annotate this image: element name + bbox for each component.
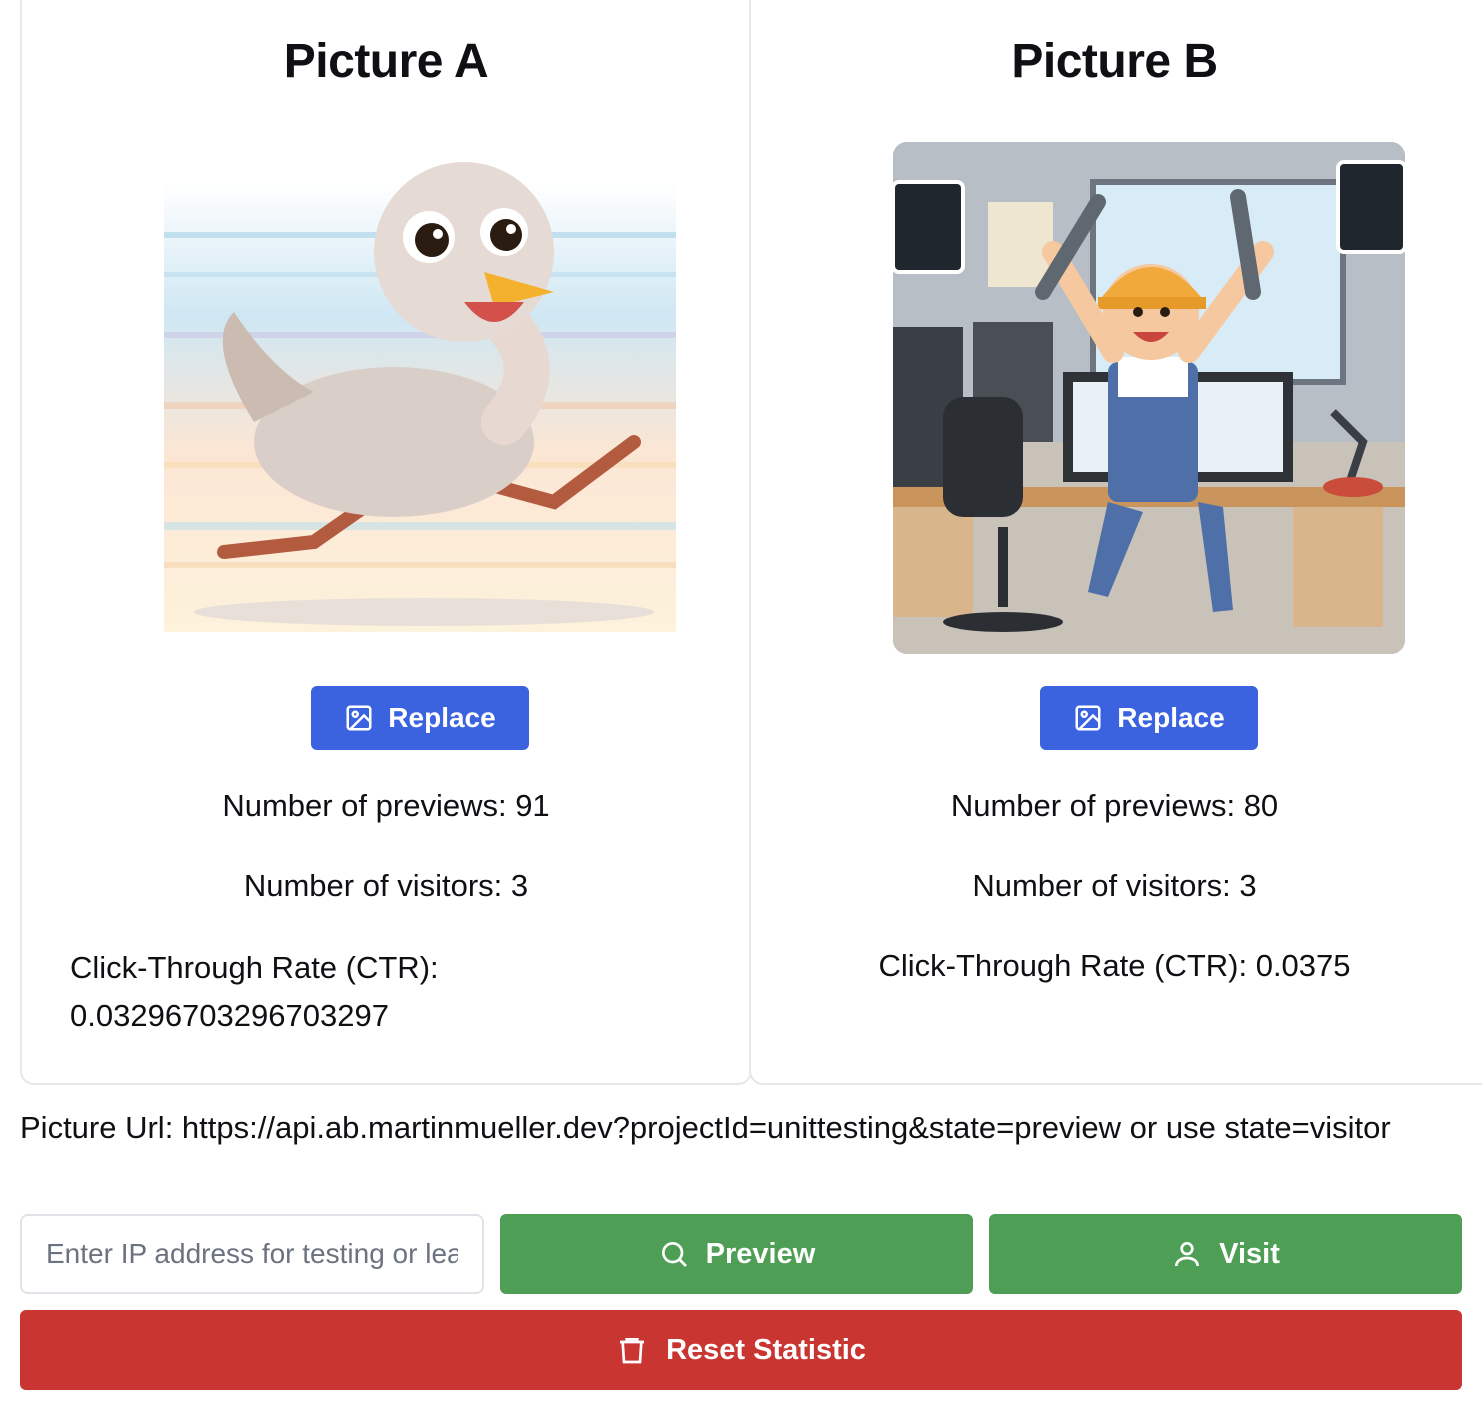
preview-button[interactable]: Preview xyxy=(500,1214,973,1294)
picture-a-previews: Number of previews: 91 xyxy=(222,788,550,823)
replace-b-label: Replace xyxy=(1117,702,1225,733)
user-icon xyxy=(1175,1242,1200,1267)
picture-a-title: Picture A xyxy=(283,35,489,88)
picture-b-title: Picture B xyxy=(1011,35,1218,88)
picture-b-image xyxy=(893,142,1405,654)
image-icon xyxy=(346,705,372,731)
search-icon xyxy=(661,1242,687,1267)
replace-b-button[interactable]: Replace xyxy=(1040,686,1258,750)
preview-label: Preview xyxy=(705,1237,816,1270)
trash-icon xyxy=(620,1338,645,1364)
picture-b-visitors: Number of visitors: 3 xyxy=(972,868,1257,903)
picture-b-ctr: Click-Through Rate (CTR): 0.0375 xyxy=(878,948,1351,983)
picture-a-card: Picture A Replace Number of previews: 91… xyxy=(20,0,752,1085)
visit-button[interactable]: Visit xyxy=(989,1214,1462,1294)
replace-a-label: Replace xyxy=(388,702,496,733)
picture-url-text: Picture Url: https://api.ab.martinmuelle… xyxy=(20,1110,1391,1145)
replace-a-button[interactable]: Replace xyxy=(311,686,529,750)
visit-label: Visit xyxy=(1219,1237,1280,1270)
reset-statistic-label: Reset Statistic xyxy=(666,1333,866,1366)
picture-a-visitors: Number of visitors: 3 xyxy=(243,868,529,903)
image-icon xyxy=(1075,705,1101,731)
picture-b-previews: Number of previews: 80 xyxy=(950,788,1279,823)
reset-statistic-button[interactable]: Reset Statistic xyxy=(20,1310,1462,1390)
picture-a-image xyxy=(164,142,676,654)
picture-b-card: Picture B Replace Number of previews: 80… xyxy=(749,0,1482,1085)
ip-address-input[interactable] xyxy=(20,1214,484,1294)
picture-a-ctr: Click-Through Rate (CTR): 0.032967032967… xyxy=(70,950,439,1033)
